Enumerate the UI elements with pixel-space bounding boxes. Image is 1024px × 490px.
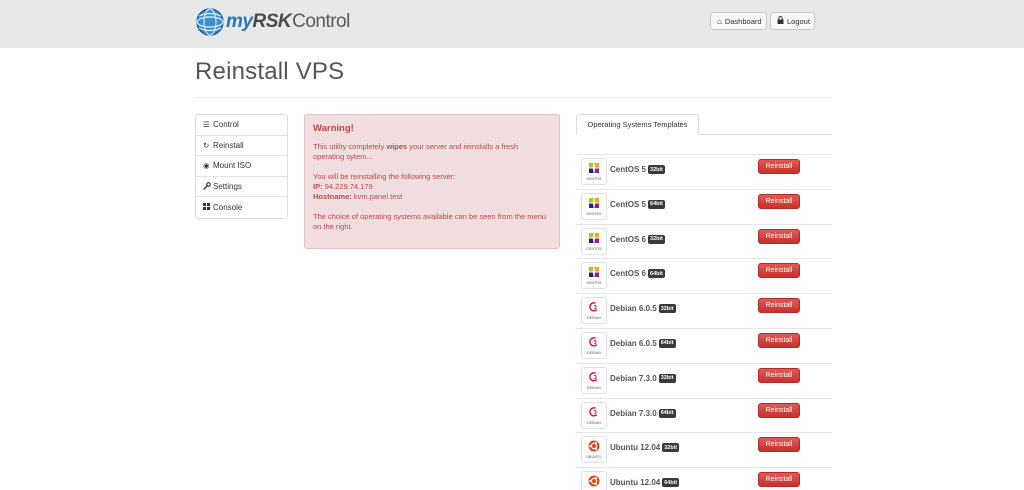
arch-badge: 32bit: [658, 373, 676, 383]
alert-server-info: You will be reinstalling the following s…: [313, 172, 456, 201]
sidebar-nav: ☰ Control ↻ Reinstall ◉ Mount ISO Settin…: [195, 114, 288, 219]
centos-logo-icon: CENTOS: [581, 192, 607, 220]
reinstall-button[interactable]: Reinstall: [758, 263, 800, 279]
logout-button[interactable]: Logout: [770, 12, 815, 30]
os-template-row: DEBIAN Debian 7.3.0 64bit Reinstall: [576, 397, 832, 433]
debian-logo-icon: DEBIAN: [581, 366, 607, 394]
tab-operating-systems-templates[interactable]: Operating Systems Templates: [576, 114, 699, 135]
logo[interactable]: my RSK Control: [195, 5, 350, 39]
globe-logo-icon: [195, 7, 225, 37]
os-logo-caption: DEBIAN: [587, 316, 601, 321]
debian-logo-icon: DEBIAN: [581, 331, 607, 359]
centos-logo-icon: CENTOS: [581, 262, 607, 290]
os-template-row: UBUNTU Ubuntu 12.04 32bit Reinstall: [576, 432, 832, 467]
page-title: Reinstall VPS: [195, 58, 345, 85]
os-template-row: DEBIAN Debian 7.3.0 32bit Reinstall: [576, 362, 832, 398]
centos-logo-icon: CENTOS: [581, 227, 607, 255]
os-template-row: CENTOS CentOS 5 32bit Reinstall: [576, 154, 832, 189]
os-template-row: CENTOS CentOS 6 32bit Reinstall: [576, 223, 832, 259]
centos-logo-icon: CENTOS: [581, 158, 607, 185]
os-template-list: CENTOS CentOS 5 32bit Reinstall CENTOS CentOS…: [576, 154, 832, 490]
grid-icon: [203, 203, 212, 212]
dashboard-button[interactable]: ⌂ Dashboard: [710, 12, 767, 30]
top-bar: my RSK Control ⌂ Dashboard Logout: [0, 0, 1024, 48]
os-template-row: UBUNTUUbuntu 12.0464bit Reinstall: [576, 467, 832, 490]
reinstall-button[interactable]: Reinstall: [758, 472, 800, 488]
os-template-row: DEBIAN Debian 6.0.5 64bit Reinstall: [576, 327, 832, 363]
arch-badge: 32bit: [662, 443, 680, 453]
os-logo-caption: DEBIAN: [587, 350, 601, 355]
warning-alert: Warning! This utility completely wipes y…: [304, 114, 560, 249]
os-logo-caption: DEBIAN: [587, 385, 601, 390]
os-template-row: DEBIAN Debian 6.0.5 32bit Reinstall: [576, 293, 832, 328]
alert-title: Warning!: [313, 123, 354, 134]
os-template-row: CENTOS CentOS 6 64bit Reinstall: [576, 258, 832, 293]
arch-badge: 64bit: [658, 338, 676, 348]
arch-badge: 64bit: [662, 478, 680, 488]
os-logo-caption: DEBIAN: [587, 420, 601, 425]
disc-icon: ◉: [203, 161, 210, 171]
os-logo-caption: CENTOS: [586, 246, 602, 251]
reinstall-button[interactable]: Reinstall: [758, 193, 800, 209]
os-logo-caption: CENTOS: [586, 281, 602, 286]
os-name: Ubuntu 12.04 32bit: [610, 443, 680, 453]
os-name: Ubuntu 12.04 64bit: [610, 478, 680, 488]
wrench-icon: [203, 181, 212, 192]
os-name: Debian 6.0.5 64bit: [610, 338, 676, 348]
debian-logo-icon: DEBIAN: [581, 401, 607, 429]
templates-tabs: Operating Systems Templates: [576, 114, 832, 135]
arch-badge: 64bit: [648, 199, 665, 209]
os-logo-caption: CENTOS: [586, 211, 602, 216]
os-name: CentOS 6 32bit: [610, 234, 665, 244]
reinstall-button[interactable]: Reinstall: [758, 159, 800, 174]
refresh-icon: ↻: [203, 140, 210, 150]
ubuntu-logo-icon: UBUNTU: [581, 471, 607, 490]
reinstall-button[interactable]: Reinstall: [758, 367, 800, 383]
sidebar-item-reinstall[interactable]: ↻ Reinstall: [196, 136, 287, 157]
arch-badge: 32bit: [648, 165, 665, 174]
os-name: CentOS 6 64bit: [610, 269, 665, 279]
sidebar-item-mount-iso[interactable]: ◉ Mount ISO: [196, 156, 287, 177]
logo-text: my RSK Control: [226, 11, 350, 32]
os-name: CentOS 5 64bit: [610, 199, 665, 209]
arch-badge: 64bit: [648, 269, 665, 279]
ubuntu-logo-icon: UBUNTU: [581, 436, 607, 464]
sidebar-item-console[interactable]: Console: [196, 197, 287, 218]
server-ip: 94.229.74.179: [324, 182, 373, 191]
reinstall-button[interactable]: Reinstall: [758, 437, 800, 453]
os-logo-caption: CENTOS: [586, 177, 602, 181]
sidebar-item-settings[interactable]: Settings: [196, 177, 287, 198]
reinstall-button[interactable]: Reinstall: [758, 332, 800, 348]
reinstall-button[interactable]: Reinstall: [758, 298, 800, 314]
lock-icon: [777, 16, 784, 26]
os-template-row: CENTOS CentOS 5 64bit Reinstall: [576, 188, 832, 224]
server-hostname: kvm.panel.test: [353, 192, 403, 201]
reinstall-button[interactable]: Reinstall: [758, 228, 800, 244]
os-logo-caption: UBUNTU: [586, 455, 602, 460]
alert-hint-text: The choice of operating systems availabl…: [313, 212, 547, 231]
os-name: Debian 7.3.0 32bit: [610, 373, 676, 383]
home-icon: ⌂: [717, 16, 722, 26]
alert-wipe-text: This utility completely wipes your serve…: [313, 142, 519, 161]
os-name: Debian 6.0.5 32bit: [610, 304, 676, 314]
list-icon: ☰: [203, 120, 210, 130]
arch-badge: 64bit: [658, 408, 676, 418]
reinstall-button[interactable]: Reinstall: [758, 402, 800, 418]
arch-badge: 32bit: [658, 304, 676, 314]
title-divider: [195, 97, 832, 98]
os-name: CentOS 5 32bit: [610, 165, 665, 174]
arch-badge: 32bit: [648, 234, 665, 244]
sidebar-item-control[interactable]: ☰ Control: [196, 115, 287, 136]
os-name: Debian 7.3.0 64bit: [610, 408, 676, 418]
debian-logo-icon: DEBIAN: [581, 297, 607, 325]
